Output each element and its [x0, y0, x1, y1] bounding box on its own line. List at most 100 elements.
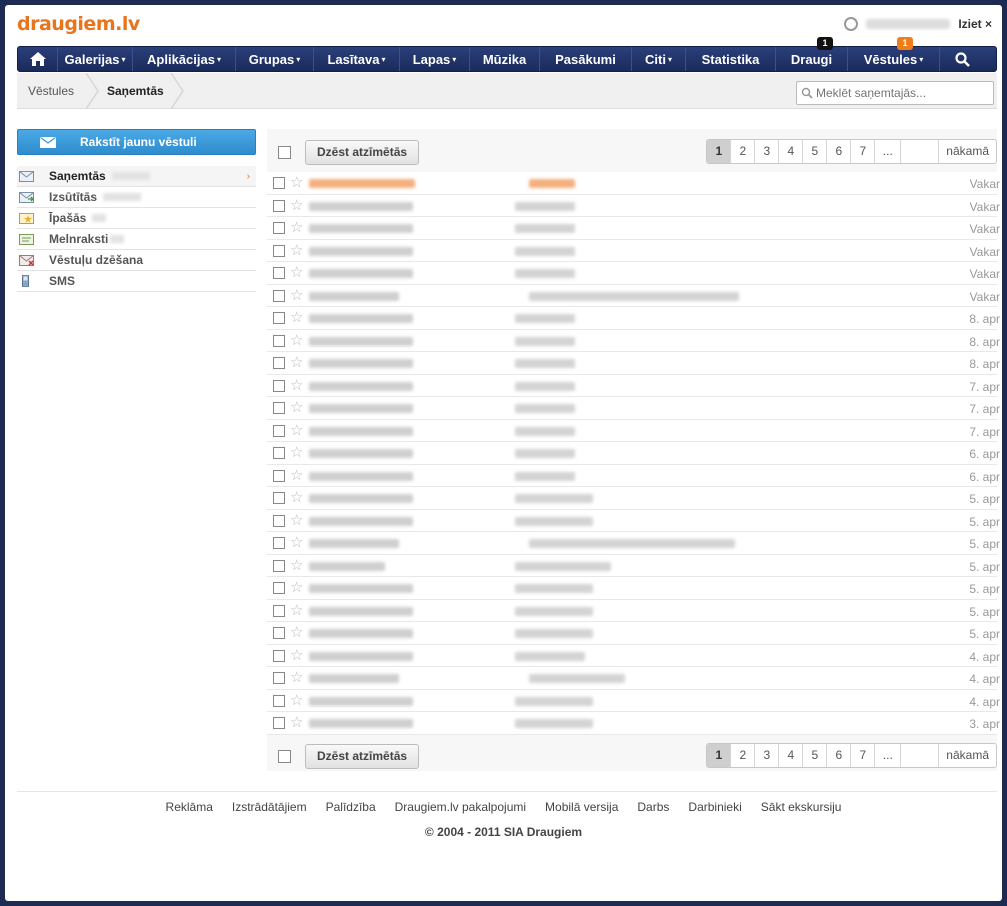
next-page-button[interactable]: nākamā — [939, 140, 996, 163]
message-row[interactable]: ☆ 7. apr — [267, 375, 1000, 397]
star-icon[interactable]: ☆ — [290, 197, 303, 214]
message-checkbox[interactable] — [273, 627, 285, 639]
sidebar-item-delete-messages[interactable]: Vēstuļu dzēšana — [17, 250, 256, 271]
sidebar-item-sent[interactable]: Izsūtītās — [17, 187, 256, 208]
message-checkbox[interactable] — [273, 492, 285, 504]
message-row[interactable]: ☆ 8. apr — [267, 352, 1000, 375]
page-button[interactable]: 4 — [779, 744, 804, 767]
star-icon[interactable]: ☆ — [290, 264, 303, 281]
message-checkbox[interactable] — [273, 222, 285, 234]
message-checkbox[interactable] — [273, 649, 285, 662]
page-button[interactable]: 1 — [707, 140, 732, 163]
nav-galerijas[interactable]: Galerijas ▾ — [58, 47, 133, 71]
page-button[interactable]: 3 — [755, 744, 780, 767]
delete-selected-button[interactable]: Dzēst atzīmētās — [305, 139, 420, 165]
nav-lasitava[interactable]: Lasītava ▾ — [314, 47, 400, 71]
footer-link[interactable]: Izstrādātājiem — [232, 800, 307, 814]
message-row[interactable]: ☆ Vakar — [267, 195, 1000, 217]
message-row[interactable]: ☆ 5. apr — [267, 510, 1000, 532]
footer-link[interactable]: Palīdzība — [326, 800, 376, 814]
search-field[interactable] — [796, 81, 994, 105]
star-icon[interactable]: ☆ — [290, 309, 303, 326]
message-row[interactable]: ☆ Vakar — [267, 262, 1000, 285]
star-icon[interactable]: ☆ — [290, 354, 303, 371]
star-icon[interactable]: ☆ — [290, 669, 303, 686]
message-checkbox[interactable] — [273, 177, 285, 189]
message-checkbox[interactable] — [273, 357, 285, 369]
message-checkbox[interactable] — [273, 514, 285, 527]
nav-pasakumi[interactable]: Pasākumi — [540, 47, 632, 71]
page-button[interactable]: 4 — [779, 140, 804, 163]
site-logo[interactable]: draugiem.lv — [17, 13, 140, 35]
page-button[interactable]: 2 — [731, 140, 756, 163]
star-icon[interactable]: ☆ — [290, 467, 303, 484]
message-row[interactable]: ☆ 5. apr — [267, 487, 1000, 510]
delete-selected-button[interactable]: Dzēst atzīmētās — [305, 743, 420, 769]
star-icon[interactable]: ☆ — [290, 377, 303, 394]
message-checkbox[interactable] — [273, 672, 285, 684]
nav-statistika[interactable]: Statistika — [686, 47, 776, 71]
message-checkbox[interactable] — [273, 334, 285, 347]
star-icon[interactable]: ☆ — [290, 242, 303, 259]
message-checkbox[interactable] — [273, 582, 285, 594]
message-row[interactable]: ☆ 5. apr — [267, 555, 1000, 577]
message-row[interactable]: ☆ Vakar — [267, 285, 1000, 307]
message-row[interactable]: ☆ 5. apr — [267, 532, 1000, 555]
nav-draugi[interactable]: Draugi 1 — [776, 37, 848, 71]
star-icon[interactable]: ☆ — [290, 219, 303, 236]
message-checkbox[interactable] — [273, 379, 285, 392]
message-row[interactable]: ☆ 6. apr — [267, 442, 1000, 465]
message-checkbox[interactable] — [273, 424, 285, 437]
user-name[interactable] — [866, 19, 951, 29]
star-icon[interactable]: ☆ — [290, 579, 303, 596]
message-row[interactable]: ☆ 7. apr — [267, 397, 1000, 420]
page-button[interactable]: 5 — [803, 140, 828, 163]
message-checkbox[interactable] — [273, 267, 285, 279]
status-circle-icon[interactable] — [844, 17, 859, 31]
star-icon[interactable]: ☆ — [290, 287, 303, 304]
message-row[interactable]: ☆ 4. apr — [267, 690, 1000, 712]
message-row[interactable]: ☆ 5. apr — [267, 622, 1000, 645]
message-checkbox[interactable] — [273, 559, 285, 572]
sidebar-item-drafts[interactable]: Melnraksti — [17, 229, 256, 250]
page-button[interactable]: 7 — [851, 744, 876, 767]
nav-lapas[interactable]: Lapas ▾ — [400, 47, 470, 71]
sidebar-item-sms[interactable]: SMS — [17, 271, 256, 292]
message-row[interactable]: ☆ 4. apr — [267, 645, 1000, 667]
message-row[interactable]: ☆ 7. apr — [267, 420, 1000, 442]
search-button[interactable] — [940, 47, 984, 71]
message-checkbox[interactable] — [273, 244, 285, 257]
star-icon[interactable]: ☆ — [290, 174, 303, 191]
star-icon[interactable]: ☆ — [290, 647, 303, 664]
star-icon[interactable]: ☆ — [290, 422, 303, 439]
message-checkbox[interactable] — [273, 604, 285, 617]
star-icon[interactable]: ☆ — [290, 332, 303, 349]
page-button[interactable]: 3 — [755, 140, 780, 163]
footer-link[interactable]: Draugiem.lv pakalpojumi — [395, 800, 526, 814]
select-all-checkbox[interactable] — [278, 145, 291, 159]
message-row[interactable]: ☆ 6. apr — [267, 465, 1000, 487]
compose-message-button[interactable]: Rakstīt jaunu vēstuli — [17, 129, 256, 155]
message-checkbox[interactable] — [273, 289, 285, 302]
breadcrumb-item-vestules[interactable]: Vēstules — [28, 73, 74, 109]
message-checkbox[interactable] — [273, 199, 285, 212]
footer-link[interactable]: Sākt ekskursiju — [761, 800, 842, 814]
nav-citi[interactable]: Citi ▾ — [632, 47, 686, 71]
message-row[interactable]: ☆ 8. apr — [267, 307, 1000, 330]
nav-vestules[interactable]: Vēstules ▾ 1 — [848, 37, 940, 71]
sidebar-item-special[interactable]: Īpašās — [17, 208, 256, 229]
page-button[interactable]: 7 — [851, 140, 876, 163]
sidebar-item-inbox[interactable]: Saņemtās › — [17, 166, 256, 187]
message-row[interactable]: ☆ Vakar — [267, 240, 1000, 262]
message-checkbox[interactable] — [273, 537, 285, 549]
star-icon[interactable]: ☆ — [290, 714, 303, 731]
star-icon[interactable]: ☆ — [290, 512, 303, 529]
message-row[interactable]: ☆ 8. apr — [267, 330, 1000, 352]
footer-link[interactable]: Mobilā versija — [545, 800, 618, 814]
star-icon[interactable]: ☆ — [290, 557, 303, 574]
page-button[interactable]: 6 — [827, 140, 852, 163]
message-checkbox[interactable] — [273, 402, 285, 414]
star-icon[interactable]: ☆ — [290, 624, 303, 641]
footer-link[interactable]: Darbinieki — [688, 800, 741, 814]
footer-link[interactable]: Darbs — [637, 800, 669, 814]
